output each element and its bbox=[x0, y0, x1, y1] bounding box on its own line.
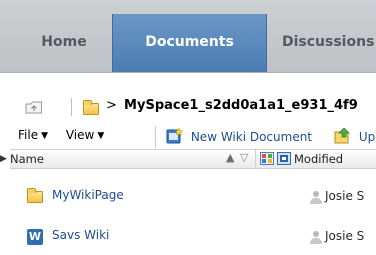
toolbar: File ▼ View ▼ bbox=[18, 128, 104, 148]
breadcrumb-divider bbox=[71, 98, 72, 116]
file-menu[interactable]: File ▼ bbox=[18, 128, 48, 142]
folder-icon bbox=[83, 100, 99, 115]
upload-label: Up bbox=[358, 130, 376, 144]
view-menu-label: View bbox=[65, 128, 95, 142]
tab-bar: Home Documents Discussions bbox=[0, 0, 376, 73]
new-wiki-document-label: New Wiki Document bbox=[190, 130, 313, 144]
expand-arrow-icon[interactable]: ▶ bbox=[0, 154, 7, 164]
column-header-modified[interactable]: Modified bbox=[294, 152, 343, 166]
tab-home[interactable]: Home bbox=[14, 14, 114, 72]
column-header-name[interactable]: Name bbox=[10, 152, 44, 166]
breadcrumb-separator: > bbox=[106, 98, 117, 113]
chevron-down-icon: ▼ bbox=[41, 131, 49, 141]
modified-by-value[interactable]: Josie S bbox=[325, 229, 364, 243]
user-icon bbox=[309, 231, 323, 245]
new-wiki-document-button[interactable]: New Wiki Document bbox=[166, 127, 313, 146]
item-name-link[interactable]: Savs Wiki bbox=[52, 228, 109, 242]
view-menu[interactable]: View ▼ bbox=[66, 128, 104, 142]
modified-by-value[interactable]: Josie S bbox=[325, 189, 364, 203]
table-header: ▶ Name ▲ ▽ Modified bbox=[0, 149, 376, 169]
column-status-icon[interactable] bbox=[277, 152, 291, 165]
tab-documents[interactable]: Documents bbox=[112, 14, 267, 72]
new-wiki-document-icon bbox=[166, 127, 184, 144]
sort-descending-icon[interactable]: ▽ bbox=[240, 151, 248, 164]
column-divider bbox=[255, 150, 256, 168]
breadcrumb-path[interactable]: > MySpace1_s2dd0a1a1_e931_4f9 bbox=[106, 98, 358, 118]
breadcrumb-current[interactable]: MySpace1_s2dd0a1a1_e931_4f9 bbox=[124, 98, 358, 113]
sort-ascending-icon[interactable]: ▲ bbox=[226, 151, 234, 164]
chevron-down-icon: ▼ bbox=[97, 131, 105, 141]
user-icon bbox=[309, 191, 323, 205]
upload-button[interactable]: Up bbox=[334, 127, 376, 146]
wiki-icon: W bbox=[27, 229, 43, 245]
upload-icon bbox=[334, 127, 350, 144]
folder-icon bbox=[27, 188, 43, 203]
tab-discussions[interactable]: Discussions bbox=[268, 14, 376, 72]
item-name-link[interactable]: MyWikiPage bbox=[52, 188, 124, 202]
table-row[interactable]: W Savs Wiki Josie S bbox=[20, 224, 376, 252]
up-folder-icon[interactable] bbox=[25, 99, 43, 115]
table-row[interactable]: MyWikiPage Josie S bbox=[20, 184, 376, 212]
file-menu-label: File bbox=[18, 128, 39, 142]
toolbar-divider bbox=[155, 126, 156, 148]
column-type-icon[interactable] bbox=[260, 152, 274, 165]
